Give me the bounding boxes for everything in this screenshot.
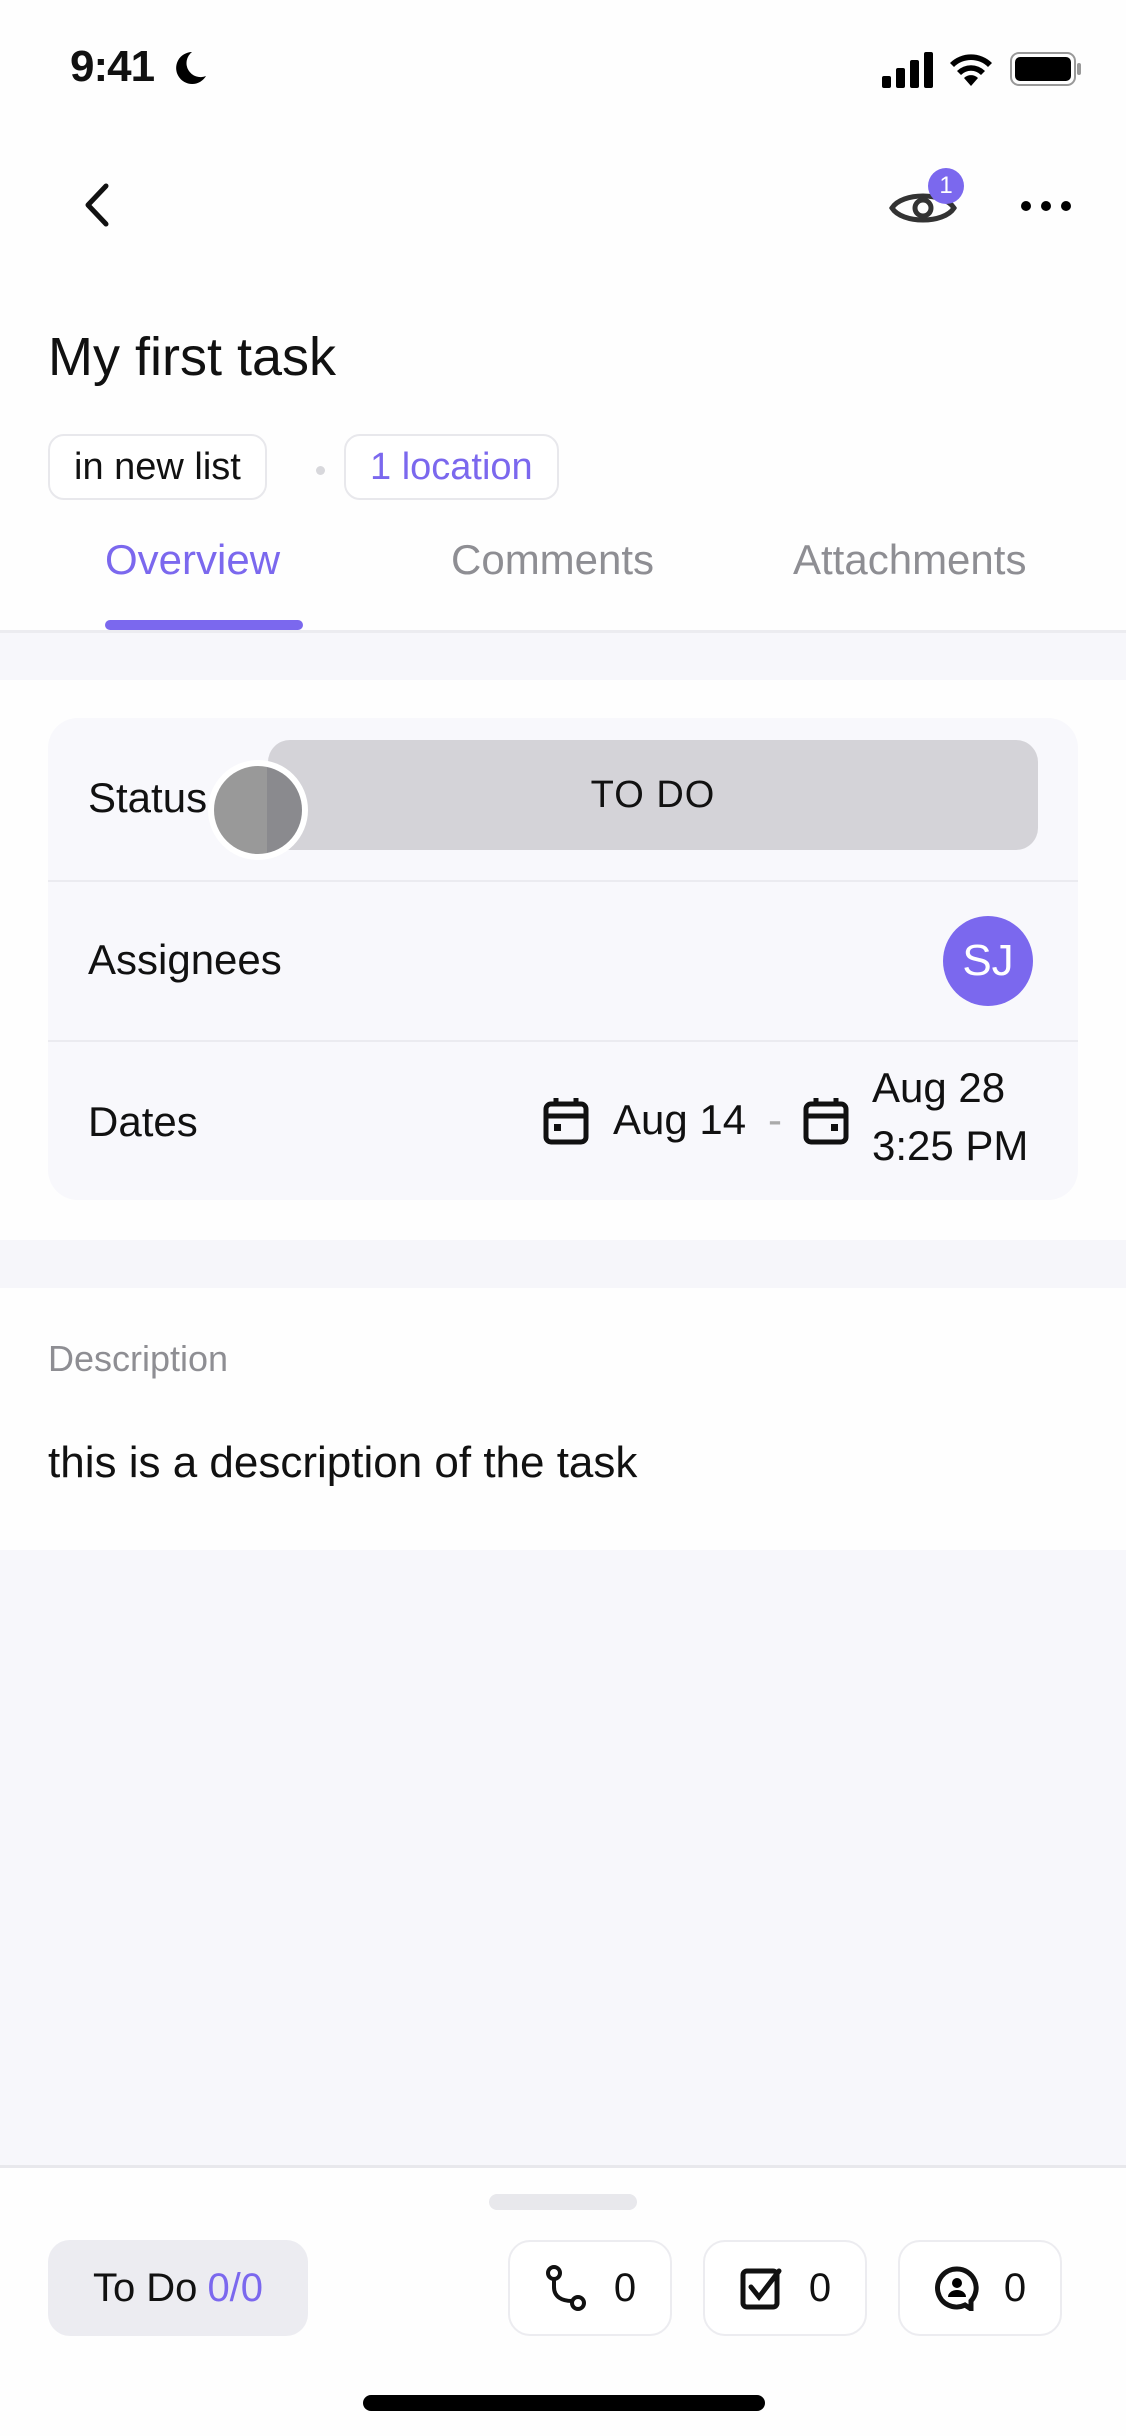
list-chip[interactable]: in new list [48, 434, 267, 500]
assignee-avatar[interactable]: SJ [943, 916, 1033, 1006]
active-tab-indicator [105, 620, 303, 630]
wifi-icon [950, 54, 992, 86]
moon-icon [176, 52, 206, 84]
tab-attachments[interactable]: Attachments [793, 536, 1026, 584]
checkbox-icon [740, 2268, 782, 2310]
watchers-badge: 1 [928, 168, 964, 204]
drag-handle[interactable] [489, 2194, 637, 2210]
assigned-comment-icon [934, 2266, 979, 2311]
dependencies-count: 0 [613, 2265, 637, 2310]
signal-icon [882, 52, 933, 88]
tab-overview[interactable]: Overview [105, 536, 280, 584]
tab-comments[interactable]: Comments [451, 536, 654, 584]
dependencies-button[interactable]: 0 [508, 2240, 672, 2336]
home-indicator[interactable] [363, 2395, 765, 2411]
description-label: Description [48, 1338, 229, 1379]
checklists-count: 0 [808, 2265, 832, 2310]
checklist-count: 0/0 [207, 2265, 264, 2310]
assignees-row[interactable]: Assignees [48, 882, 1078, 1040]
due-time[interactable]: 3:25 PM [872, 1122, 1028, 1170]
checklists-button[interactable]: 0 [703, 2240, 867, 2336]
start-calendar-icon [543, 1098, 589, 1145]
status-label: Status [88, 774, 208, 821]
section-gap [0, 1240, 1126, 1288]
date-separator: - [768, 1096, 782, 1143]
checklist-status-button[interactable]: To Do 0/0 [48, 2240, 308, 2336]
status-pill[interactable]: TO DO [268, 740, 1038, 850]
status-time: 9:41 [70, 42, 155, 91]
dates-label: Dates [88, 1098, 198, 1145]
header-area: 9:41 1 My first task in new list 1 locat… [0, 0, 1126, 633]
status-knob-inner [214, 766, 302, 854]
assigned-comments-count: 0 [1003, 2265, 1027, 2310]
tabs-divider [0, 630, 1126, 633]
more-options-icon[interactable] [1018, 196, 1074, 216]
due-calendar-icon [803, 1098, 849, 1145]
description-text[interactable]: this is a description of the task [48, 1438, 637, 1488]
checklist-status-label: To Do [92, 2265, 198, 2310]
task-title[interactable]: My first task [48, 326, 336, 388]
due-date[interactable]: Aug 28 [872, 1064, 1005, 1112]
assigned-comments-button[interactable]: 0 [898, 2240, 1062, 2336]
chip-separator-dot [316, 466, 325, 475]
status-row: Status TO DO [48, 718, 1078, 880]
location-chip[interactable]: 1 location [344, 434, 559, 500]
description-section: Description this is a description of the… [0, 1288, 1126, 1550]
start-date[interactable]: Aug 14 [613, 1096, 746, 1144]
battery-icon [1010, 52, 1081, 86]
back-button[interactable] [70, 178, 124, 232]
fields-card: Status TO DO Assignees SJ Dates Aug 14 -… [48, 718, 1078, 1200]
dates-row: Dates Aug 14 - Aug 28 3:25 PM [48, 1042, 1078, 1200]
assignees-label: Assignees [88, 936, 282, 983]
dependencies-icon [545, 2265, 586, 2311]
